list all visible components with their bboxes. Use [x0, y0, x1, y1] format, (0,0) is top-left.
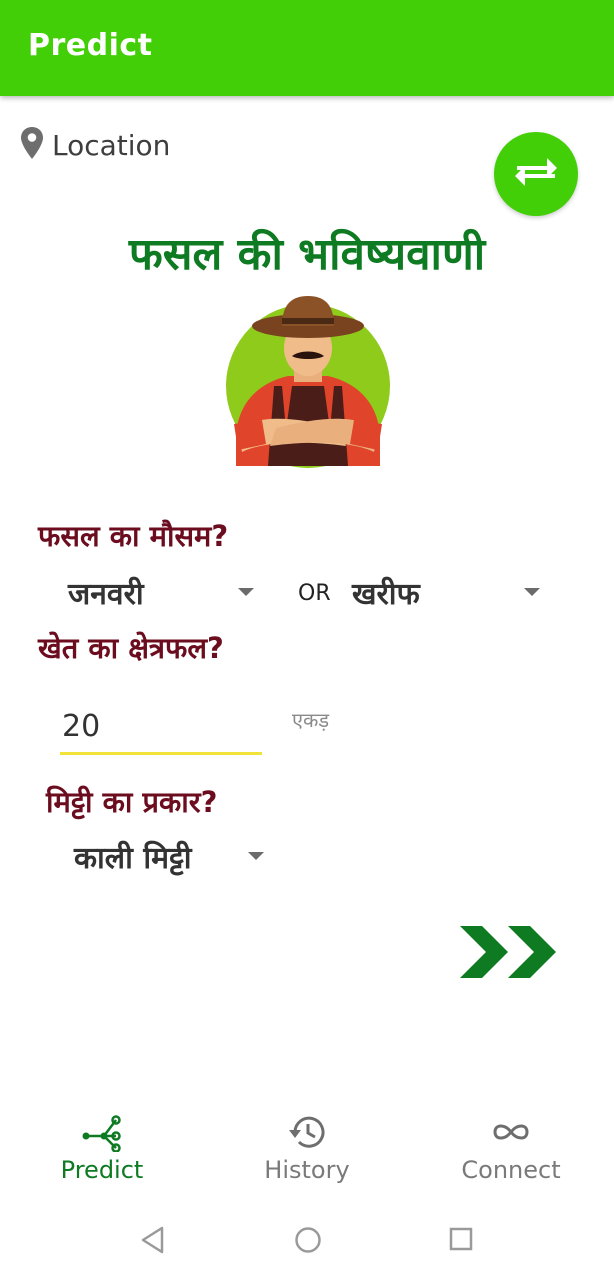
month-select-value: जनवरी — [68, 576, 144, 612]
location-label: Location — [52, 128, 171, 162]
soil-question: मिट्टी का प्रकार? — [46, 785, 218, 819]
nav-item-label: Connect — [461, 1156, 561, 1184]
chevron-down-icon — [248, 852, 264, 860]
area-question: खेत का क्षेत्रफल? — [38, 631, 224, 665]
soil-select-value: काली मिट्टी — [74, 840, 192, 876]
soil-select[interactable]: काली मिट्टी — [74, 834, 270, 878]
farmer-illustration — [222, 290, 394, 476]
back-icon[interactable] — [140, 1226, 166, 1258]
nav-item-label: History — [264, 1156, 350, 1184]
area-input[interactable] — [60, 700, 262, 755]
area-unit: एकड़ — [292, 708, 330, 732]
nav-item-label: Predict — [60, 1156, 144, 1184]
double-chevron-right-icon — [460, 926, 566, 982]
swap-button[interactable] — [494, 132, 578, 216]
location-selector[interactable]: Location — [20, 126, 170, 164]
nav-item-history[interactable]: History — [227, 1112, 387, 1184]
nav-item-connect[interactable]: Connect — [431, 1112, 591, 1184]
or-separator: OR — [298, 581, 331, 606]
next-button[interactable] — [460, 926, 566, 978]
map-pin-icon — [20, 126, 44, 164]
swap-arrows-icon — [513, 152, 559, 196]
home-icon[interactable] — [294, 1226, 322, 1258]
history-icon — [287, 1112, 327, 1152]
nav-item-predict[interactable]: Predict — [22, 1112, 182, 1184]
season-type-value: खरीफ — [352, 576, 420, 612]
infinity-icon — [489, 1112, 533, 1152]
recents-icon[interactable] — [449, 1227, 473, 1255]
share-nodes-icon — [80, 1112, 124, 1153]
system-navigation-bar — [0, 1210, 614, 1280]
season-type-select[interactable]: खरीफ — [352, 570, 542, 614]
chevron-down-icon — [238, 588, 254, 596]
app-bar: Predict — [0, 0, 614, 96]
season-question: फसल का मौसम? — [38, 519, 229, 553]
month-select[interactable]: जनवरी — [68, 570, 258, 614]
page-title: फसल की भविष्यवाणी — [128, 229, 486, 280]
app-bar-title: Predict — [28, 28, 153, 63]
chevron-down-icon — [524, 588, 540, 596]
